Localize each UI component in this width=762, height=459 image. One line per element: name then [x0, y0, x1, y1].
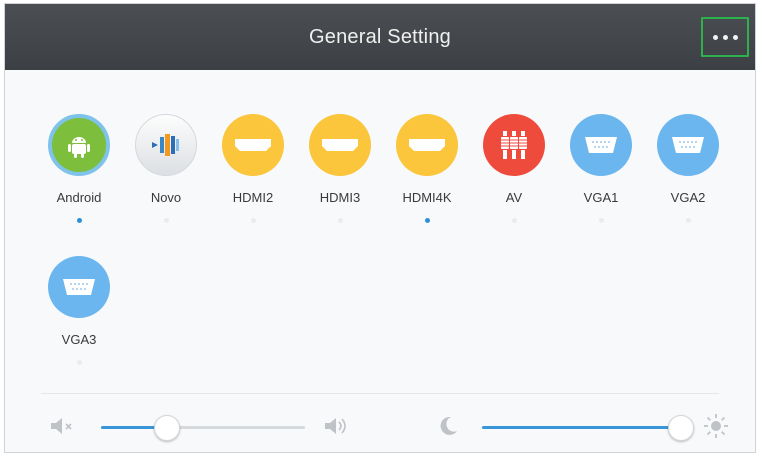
volume-mute-icon[interactable] — [49, 417, 75, 440]
source-label: HDMI4K — [402, 190, 452, 205]
novo-icon — [135, 114, 197, 176]
brightness-slider[interactable] — [482, 415, 694, 441]
android-icon — [48, 114, 110, 176]
source-label: HDMI2 — [232, 190, 274, 205]
inactive-indicator — [511, 218, 517, 223]
source-label: HDMI3 — [319, 190, 361, 205]
source-av[interactable]: AV — [474, 114, 554, 223]
source-novo[interactable]: Novo — [126, 114, 206, 223]
active-indicator — [76, 218, 82, 223]
inactive-indicator — [76, 360, 82, 365]
source-hdmi2[interactable]: HDMI2 — [213, 114, 293, 223]
active-indicator — [424, 218, 430, 223]
brightness-slider-fill — [482, 426, 680, 429]
general-setting-panel: General Setting Android Novo HDMI2 HDMI3… — [4, 3, 756, 453]
moon-icon[interactable] — [437, 415, 459, 442]
hdmi-icon — [396, 114, 458, 176]
source-vga1[interactable]: VGA1 — [561, 114, 641, 223]
inactive-indicator — [598, 218, 604, 223]
sun-icon[interactable] — [703, 413, 729, 444]
header-bar: General Setting — [5, 4, 755, 70]
source-hdmi4k[interactable]: HDMI4K — [387, 114, 467, 223]
brightness-slider-thumb[interactable] — [667, 415, 694, 441]
vga-icon — [48, 256, 110, 318]
source-label: VGA2 — [670, 190, 706, 205]
source-label: Android — [56, 190, 102, 205]
divider — [41, 393, 719, 394]
source-label: VGA1 — [583, 190, 619, 205]
source-vga2[interactable]: VGA2 — [648, 114, 728, 223]
source-label: AV — [505, 190, 523, 205]
av-rca-icon — [483, 114, 545, 176]
vga-icon — [570, 114, 632, 176]
volume-slider[interactable] — [101, 415, 305, 441]
page-title: General Setting — [309, 26, 451, 48]
vga-icon — [657, 114, 719, 176]
source-label: Novo — [150, 190, 182, 205]
source-vga3[interactable]: VGA3 — [39, 256, 119, 365]
inactive-indicator — [163, 218, 169, 223]
inactive-indicator — [250, 218, 256, 223]
volume-up-icon[interactable] — [323, 417, 351, 440]
volume-slider-thumb[interactable] — [154, 415, 181, 441]
hdmi-icon — [309, 114, 371, 176]
source-android[interactable]: Android — [39, 114, 119, 223]
more-options-button[interactable] — [701, 17, 749, 57]
source-hdmi3[interactable]: HDMI3 — [300, 114, 380, 223]
source-label: VGA3 — [61, 332, 97, 347]
inactive-indicator — [337, 218, 343, 223]
hdmi-icon — [222, 114, 284, 176]
inactive-indicator — [685, 218, 691, 223]
more-horizontal-icon — [712, 34, 738, 40]
